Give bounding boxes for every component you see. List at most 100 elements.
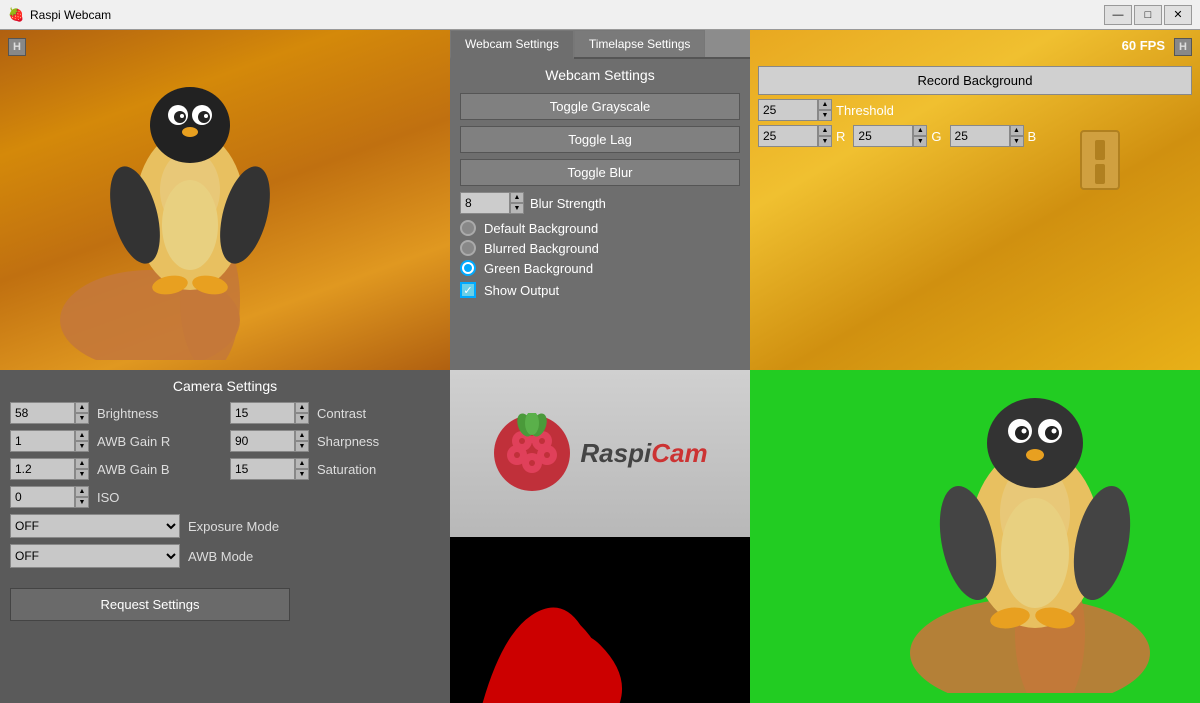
blur-strength-up[interactable]: ▲ (510, 192, 524, 203)
brightness-row: 58 ▲ ▼ Brightness (10, 402, 220, 424)
exposure-mode-select[interactable]: OFF auto night nightpreview backlight sp… (10, 514, 180, 538)
r-up[interactable]: ▲ (818, 125, 832, 136)
h-badge-topleft[interactable]: H (8, 38, 26, 56)
record-background-button[interactable]: Record Background (758, 66, 1192, 95)
saturation-up[interactable]: ▲ (295, 458, 309, 469)
r-spinner: 25 ▲ ▼ (758, 125, 832, 147)
blur-strength-spinner: 8 ▲ ▼ (460, 192, 524, 214)
brightness-input[interactable]: 58 (10, 402, 75, 424)
detection-blob (450, 537, 750, 703)
saturation-input[interactable]: 15 (230, 458, 295, 480)
g-input[interactable]: 25 (853, 125, 913, 147)
window-controls: — □ ✕ (1104, 5, 1192, 25)
maximize-button[interactable]: □ (1134, 5, 1162, 25)
blur-strength-input[interactable]: 8 (460, 192, 510, 214)
show-output-checkbox[interactable]: Show Output (460, 282, 740, 298)
iso-input[interactable]: 0 (10, 486, 75, 508)
awb-b-up[interactable]: ▲ (75, 458, 89, 469)
awb-r-label: AWB Gain R (97, 434, 177, 449)
threshold-row: 25 ▲ ▼ Threshold (758, 99, 1192, 121)
detection-area (450, 537, 750, 703)
contrast-down[interactable]: ▼ (295, 413, 309, 424)
record-controls-overlay: Record Background 25 ▲ ▼ Threshold (750, 60, 1200, 153)
webcam-settings-title: Webcam Settings (460, 67, 740, 83)
awb-r-input[interactable]: 1 (10, 430, 75, 452)
contrast-input[interactable]: 15 (230, 402, 295, 424)
h-badge-topright[interactable]: H (1174, 38, 1192, 56)
toggle-blur-button[interactable]: Toggle Blur (460, 159, 740, 186)
awb-b-spinner: 1.2 ▲ ▼ (10, 458, 89, 480)
sharpness-up[interactable]: ▲ (295, 430, 309, 441)
iso-up[interactable]: ▲ (75, 486, 89, 497)
app-icon: 🍓 (8, 7, 24, 23)
close-button[interactable]: ✕ (1164, 5, 1192, 25)
sharpness-label: Sharpness (317, 434, 397, 449)
r-down[interactable]: ▼ (818, 136, 832, 147)
webcam-settings-panel: Webcam Settings Timelapse Settings Webca… (450, 30, 750, 370)
radio-green-background[interactable]: Green Background (460, 260, 740, 276)
sharpness-spinner-btns: ▲ ▼ (295, 430, 309, 452)
awb-mode-select[interactable]: OFF auto sun cloud shade tungsten fluore… (10, 544, 180, 568)
radio-default-circle (460, 220, 476, 236)
g-up[interactable]: ▲ (913, 125, 927, 136)
penguin-toy-green (890, 383, 1170, 693)
b-label: B (1028, 129, 1037, 144)
tab-bar: Webcam Settings Timelapse Settings (450, 30, 750, 59)
minimize-button[interactable]: — (1104, 5, 1132, 25)
camera-settings-body: Camera Settings 58 ▲ ▼ Brightness (0, 370, 450, 629)
sharpness-row: 90 ▲ ▼ Sharpness (230, 430, 440, 452)
show-output-label: Show Output (484, 283, 559, 298)
blur-strength-row: 8 ▲ ▼ Blur Strength (460, 192, 740, 214)
brightness-down[interactable]: ▼ (75, 413, 89, 424)
g-spinner-btns: ▲ ▼ (913, 125, 927, 147)
exposure-mode-label: Exposure Mode (188, 519, 279, 534)
threshold-up[interactable]: ▲ (818, 99, 832, 110)
request-settings-button[interactable]: Request Settings (10, 588, 290, 621)
contrast-up[interactable]: ▲ (295, 402, 309, 413)
sharpness-down[interactable]: ▼ (295, 441, 309, 452)
iso-down[interactable]: ▼ (75, 497, 89, 508)
awb-r-spinner-btns: ▲ ▼ (75, 430, 89, 452)
b-down[interactable]: ▼ (1010, 136, 1024, 147)
awb-r-down[interactable]: ▼ (75, 441, 89, 452)
r-label: R (836, 129, 845, 144)
raspicam-text: RaspiCam (580, 438, 707, 469)
toggle-lag-button[interactable]: Toggle Lag (460, 126, 740, 153)
r-input[interactable]: 25 (758, 125, 818, 147)
blur-strength-down[interactable]: ▼ (510, 203, 524, 214)
tab-webcam-settings[interactable]: Webcam Settings (450, 30, 574, 59)
raspicam-panel: RaspiCam (450, 370, 750, 703)
awb-b-spinner-btns: ▲ ▼ (75, 458, 89, 480)
awb-b-down[interactable]: ▼ (75, 469, 89, 480)
b-input[interactable]: 25 (950, 125, 1010, 147)
saturation-spinner-btns: ▲ ▼ (295, 458, 309, 480)
threshold-input[interactable]: 25 (758, 99, 818, 121)
settings-body: Webcam Settings Toggle Grayscale Toggle … (450, 59, 750, 306)
saturation-down[interactable]: ▼ (295, 469, 309, 480)
radio-blurred-background[interactable]: Blurred Background (460, 240, 740, 256)
threshold-label: Threshold (836, 103, 894, 118)
camera-feed-topright: 60 FPS H Record Background 25 ▲ ▼ Thresh… (750, 30, 1200, 370)
tab-timelapse-settings[interactable]: Timelapse Settings (574, 30, 706, 57)
saturation-label: Saturation (317, 462, 397, 477)
penguin-toy-left (50, 60, 300, 360)
toggle-grayscale-button[interactable]: Toggle Grayscale (460, 93, 740, 120)
brightness-up[interactable]: ▲ (75, 402, 89, 413)
radio-default-background[interactable]: Default Background (460, 220, 740, 236)
g-down[interactable]: ▼ (913, 136, 927, 147)
app-title: Raspi Webcam (30, 8, 1104, 22)
awb-r-up[interactable]: ▲ (75, 430, 89, 441)
awb-b-row: 1.2 ▲ ▼ AWB Gain B (10, 458, 220, 480)
contrast-label: Contrast (317, 406, 397, 421)
radio-green-label: Green Background (484, 261, 593, 276)
b-up[interactable]: ▲ (1010, 125, 1024, 136)
fps-display: 60 FPS (1122, 38, 1165, 53)
r-spinner-btns: ▲ ▼ (818, 125, 832, 147)
threshold-down[interactable]: ▼ (818, 110, 832, 121)
awb-b-input[interactable]: 1.2 (10, 458, 75, 480)
sharpness-input[interactable]: 90 (230, 430, 295, 452)
blur-strength-spinner-btns: ▲ ▼ (510, 192, 524, 214)
camera-settings-panel: Camera Settings 58 ▲ ▼ Brightness (0, 370, 450, 703)
radio-default-label: Default Background (484, 221, 598, 236)
iso-row: 0 ▲ ▼ ISO (10, 486, 220, 508)
